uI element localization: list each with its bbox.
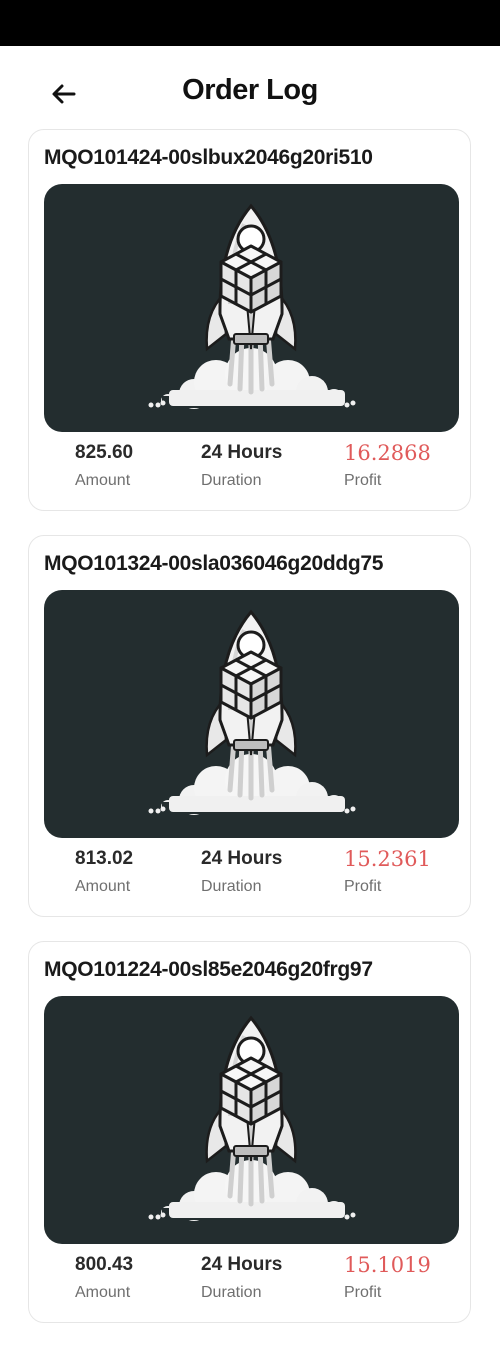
rocket-icon (148, 203, 356, 409)
order-id: MQO101424-00slbux2046g20ri510 (44, 146, 373, 169)
rocket-image (44, 184, 459, 432)
header: Order Log (0, 46, 500, 130)
duration-value: 24 Hours (201, 442, 283, 463)
duration-stat: 24 Hours Duration (201, 846, 282, 896)
amount-stat: 800.43 Amount (75, 1252, 133, 1302)
profit-value: 16.2868 (344, 441, 431, 465)
page-title: Order Log (182, 74, 318, 106)
profit-value: 15.2361 (344, 847, 431, 871)
profit-stat: 15.1019 Profit (344, 1252, 431, 1302)
rocket-image (44, 590, 459, 838)
profit-stat: 15.2361 Profit (344, 846, 431, 896)
amount-stat: 825.60 Amount (75, 440, 133, 490)
rocket-icon (148, 1015, 356, 1221)
order-card[interactable]: MQO101324-00sla036046g20ddg75 813.02 Amo… (28, 535, 471, 917)
duration-label: Duration (201, 1284, 262, 1301)
duration-label: Duration (201, 878, 262, 895)
order-card[interactable]: MQO101424-00slbux2046g20ri510 825.60 Amo… (28, 129, 471, 511)
profit-label: Profit (344, 1284, 382, 1301)
profit-label: Profit (344, 878, 382, 895)
duration-stat: 24 Hours Duration (201, 440, 282, 490)
profit-stat: 16.2868 Profit (344, 440, 431, 490)
amount-label: Amount (75, 1284, 131, 1301)
order-list: MQO101424-00slbux2046g20ri510 825.60 Amo… (28, 129, 473, 1347)
profit-label: Profit (344, 472, 382, 489)
amount-value: 813.02 (75, 848, 134, 869)
amount-value: 825.60 (75, 442, 134, 463)
amount-label: Amount (75, 472, 131, 489)
amount-stat: 813.02 Amount (75, 846, 133, 896)
rocket-image (44, 996, 459, 1244)
order-id: MQO101224-00sl85e2046g20frg97 (44, 958, 373, 981)
duration-label: Duration (201, 472, 262, 489)
duration-value: 24 Hours (201, 848, 283, 869)
status-bar (0, 0, 500, 46)
amount-label: Amount (75, 878, 131, 895)
amount-value: 800.43 (75, 1254, 134, 1275)
duration-value: 24 Hours (201, 1254, 283, 1275)
order-id: MQO101324-00sla036046g20ddg75 (44, 552, 384, 575)
profit-value: 15.1019 (344, 1253, 431, 1277)
duration-stat: 24 Hours Duration (201, 1252, 282, 1302)
order-card[interactable]: MQO101224-00sl85e2046g20frg97 800.43 Amo… (28, 941, 471, 1323)
rocket-icon (148, 609, 356, 815)
